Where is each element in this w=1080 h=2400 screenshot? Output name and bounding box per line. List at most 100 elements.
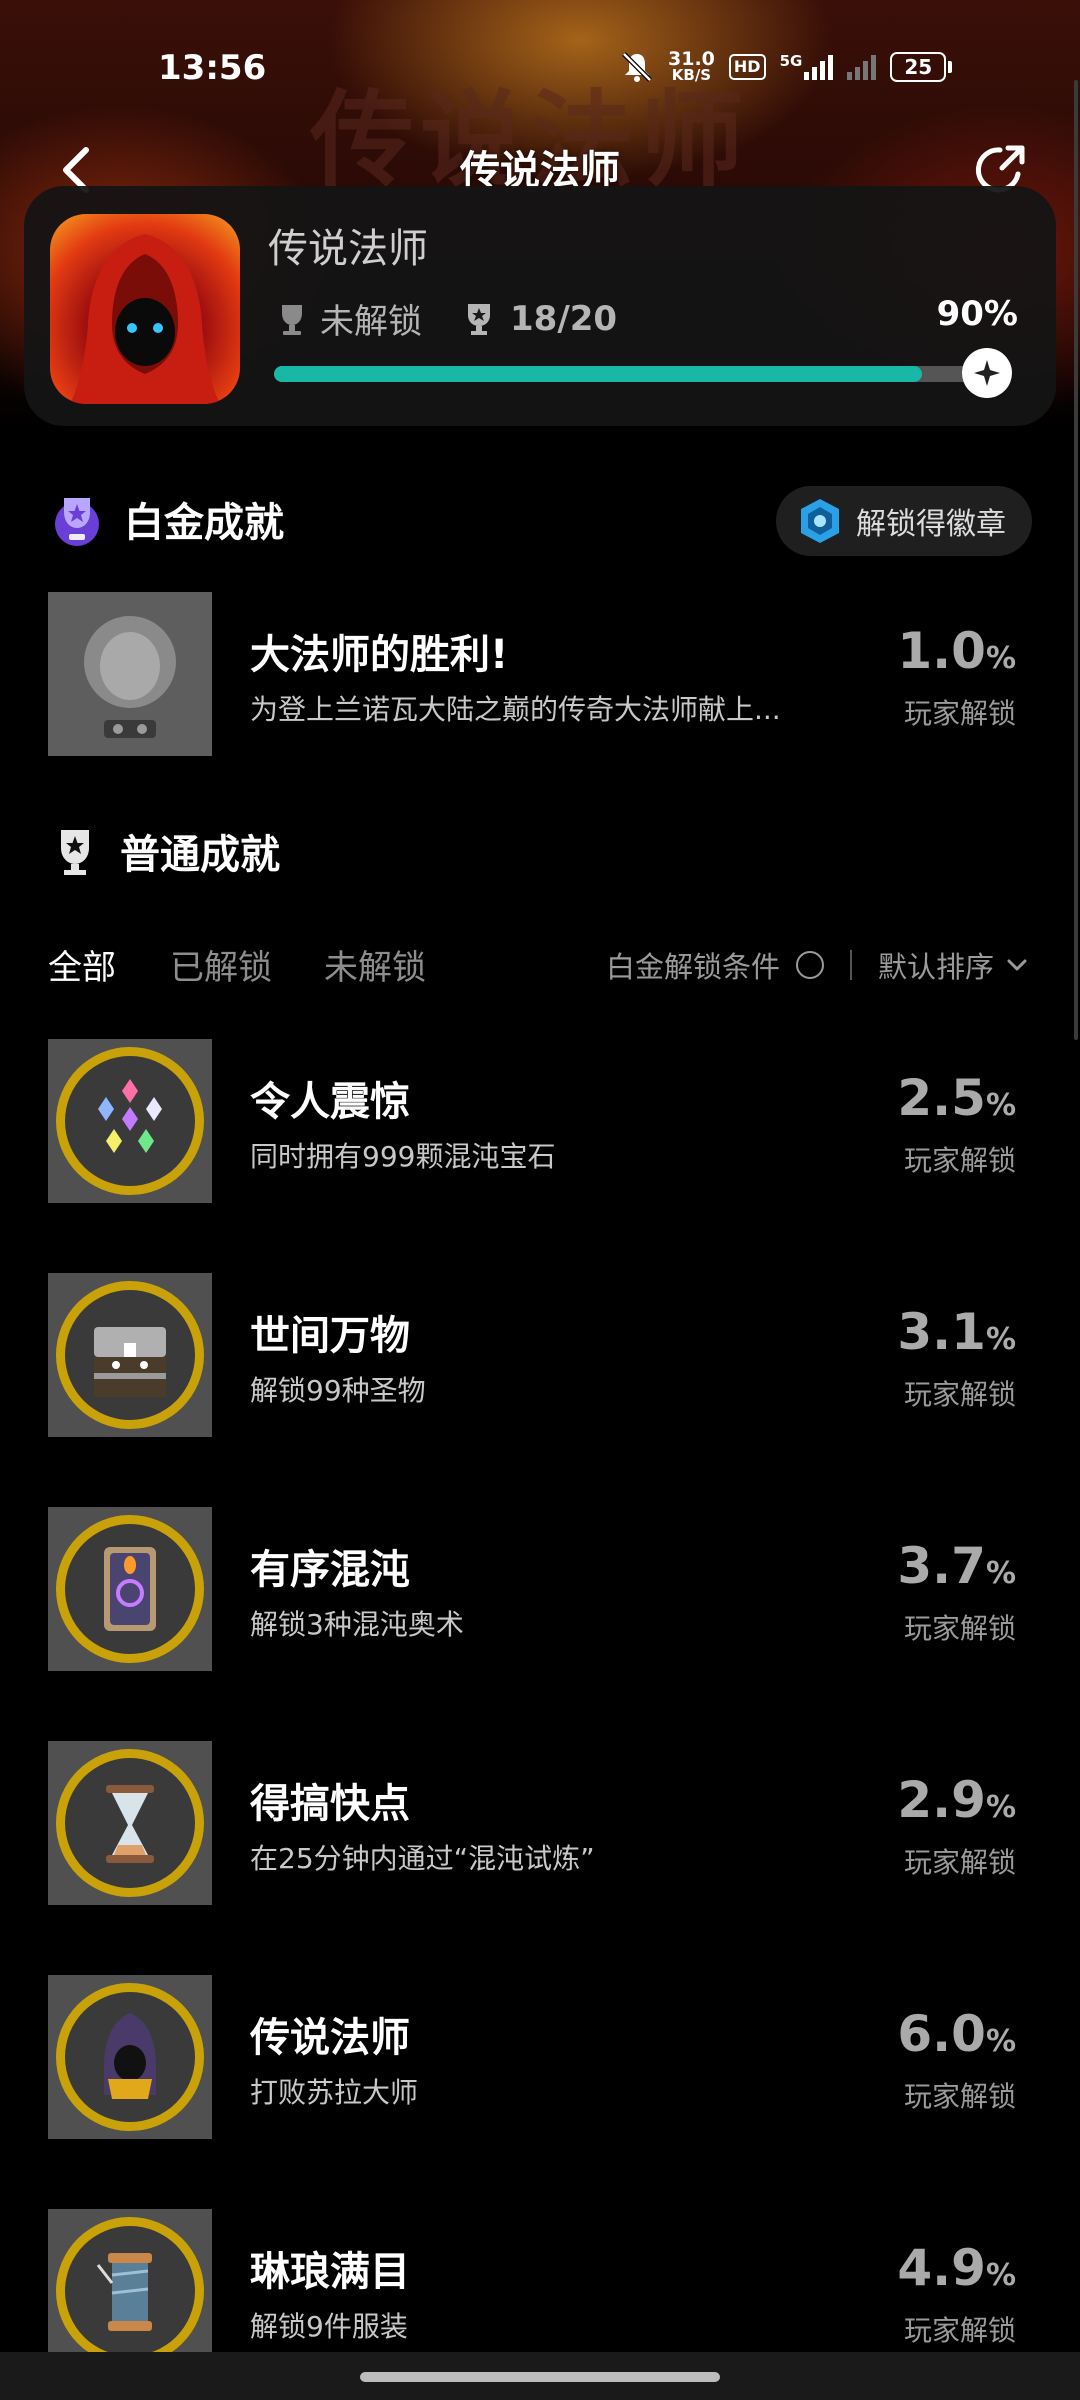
achievement-title: 得搞快点 <box>250 1781 410 1827</box>
achievement-percent-unit: % <box>985 641 1016 676</box>
platinum-section-title: 白金成就 <box>124 500 284 546</box>
achievement-percent-label: 玩家解锁 <box>903 1144 1016 1177</box>
platinum-cup-icon <box>55 498 99 546</box>
status-icons: 31.0 KB/S HD 5G 25 <box>620 48 953 84</box>
achievement-percent-unit: % <box>985 1088 1016 1123</box>
achievement-desc: 为登上兰诺瓦大陆之巅的传奇大法师献上... <box>250 693 781 726</box>
hourglass-icon <box>48 1741 212 1905</box>
achievement-desc: 打败苏拉大师 <box>250 2076 419 2109</box>
platinum-status: 未解锁 <box>320 302 422 342</box>
net-speed-unit: KB/S <box>671 66 712 84</box>
gems-icon <box>48 1039 212 1203</box>
achievement-percent-label: 玩家解锁 <box>903 1846 1016 1879</box>
achievement-percent-value: 2.9 <box>897 1771 986 1829</box>
game-name: 传说法师 <box>268 226 428 272</box>
achievement-percent-label: 玩家解锁 <box>903 2080 1016 2113</box>
thread-spool-icon <box>48 2209 212 2373</box>
normal-section-header: 普通成就 <box>48 822 280 880</box>
achievement-percent-label: 玩家解锁 <box>903 1378 1016 1411</box>
achievement-percent: 4.9% <box>897 2239 1016 2297</box>
net-speed: 31.0 KB/S <box>668 48 715 84</box>
chevron-down-icon[interactable] <box>1002 950 1032 980</box>
trophy-icon <box>468 303 490 335</box>
achievement-title: 琳琅满目 <box>250 2249 410 2295</box>
home-indicator[interactable] <box>360 2372 720 2382</box>
battery-level: 25 <box>890 52 947 82</box>
normal-section-title: 普通成就 <box>120 832 280 878</box>
achievement-desc: 同时拥有999颗混沌宝石 <box>250 1140 556 1173</box>
achievement-title: 令人震惊 <box>250 1079 410 1125</box>
achievement-title: 传说法师 <box>250 2015 410 2061</box>
status-bar: 13:56 31.0 KB/S HD 5G 25 <box>0 40 1080 96</box>
achievement-percent-unit: % <box>985 1556 1016 1591</box>
achievement-percent: 2.5% <box>897 1069 1016 1127</box>
achievement-title: 有序混沌 <box>250 1547 410 1593</box>
completion-percent: 90% <box>936 294 1018 334</box>
game-summary-card: 传说法师 未解锁 18/20 90% <box>24 186 1056 426</box>
achievement-percent-unit: % <box>985 2258 1016 2293</box>
unlock-badge-label: 解锁得徽章 <box>856 507 1006 542</box>
signal-bars-icon <box>804 54 834 80</box>
wizard-icon <box>48 1975 212 2139</box>
platinum-condition-label: 白金解锁条件 <box>605 950 780 984</box>
achievement-row[interactable]: 世间万物解锁99种圣物 3.1% 玩家解锁 <box>48 1273 1032 1439</box>
achievement-percent: 6.0% <box>897 2005 1016 2063</box>
achievement-row[interactable]: 传说法师打败苏拉大师 6.0% 玩家解锁 <box>48 1975 1032 2141</box>
achievement-row[interactable]: 琳琅满目 解锁9件服装 4.9% 玩家解锁 <box>48 2209 1032 2375</box>
achievement-percent-unit: % <box>985 1322 1016 1357</box>
signal-5g: 5G <box>780 54 834 80</box>
achievement-percent: 3.1% <box>897 1303 1016 1361</box>
progress-sparkle-icon <box>962 348 1012 398</box>
achievement-desc: 解锁9件服装 <box>250 2310 408 2343</box>
achievement-row[interactable]: 得搞快点在25分钟内通过“混沌试炼” 2.9% 玩家解锁 <box>48 1741 1032 1907</box>
achievement-percent-unit: % <box>985 1790 1016 1825</box>
platinum-condition-radio[interactable] <box>795 951 824 979</box>
game-meta: 未解锁 18/20 <box>272 294 617 343</box>
battery-icon: 25 <box>890 52 953 82</box>
platinum-achievement-icon <box>48 592 212 756</box>
mute-bell-icon <box>622 52 652 82</box>
tab-all[interactable]: 全部 <box>48 940 116 989</box>
game-icon[interactable] <box>50 214 240 404</box>
sort-label[interactable]: 默认排序 <box>878 944 994 986</box>
achievement-percent-value: 2.5 <box>897 1069 986 1127</box>
scrollbar[interactable] <box>1074 80 1078 1040</box>
achievement-title: 大法师的胜利! <box>250 632 509 678</box>
achievement-title: 世间万物 <box>250 1313 410 1359</box>
achievement-percent: 2.9% <box>897 1771 1016 1829</box>
hd-badge: HD <box>728 54 766 80</box>
bottom-navigation-bar <box>0 2352 1080 2400</box>
trophy-star-icon <box>61 830 89 875</box>
platinum-section-header: 白金成就 <box>48 490 284 548</box>
completion-progress-bar <box>274 366 994 382</box>
tab-locked[interactable]: 未解锁 <box>324 940 426 989</box>
achievement-percent-value: 6.0 <box>897 2005 986 2063</box>
network-type-label: 5G <box>779 52 803 70</box>
completion-progress-fill <box>274 366 922 382</box>
achievement-percent-value: 3.7 <box>897 1537 986 1595</box>
filter-options: 白金解锁条件 默认排序 <box>606 944 1032 986</box>
tab-unlocked[interactable]: 已解锁 <box>170 940 272 989</box>
achievement-row[interactable]: 令人震惊同时拥有999颗混沌宝石 2.5% 玩家解锁 <box>48 1039 1032 1205</box>
achievement-row[interactable]: 有序混沌 解锁3种混沌奥术 3.7% 玩家解锁 <box>48 1507 1032 1673</box>
net-speed-value: 31.0 <box>668 48 715 70</box>
filter-divider <box>849 950 852 980</box>
chest-icon <box>48 1273 212 1437</box>
platinum-achievement-row[interactable]: 大法师的胜利! 为登上兰诺瓦大陆之巅的传奇大法师献上... 1.0% 玩家解锁 <box>48 592 1032 758</box>
achievement-percent-value: 4.9 <box>897 2239 986 2297</box>
achievement-percent-value: 1.0 <box>897 622 986 680</box>
platinum-trophy-icon <box>282 304 302 335</box>
achievement-desc: 解锁3种混沌奥术 <box>250 1608 464 1641</box>
achievement-percent: 1.0% <box>897 622 1016 680</box>
achievement-percent: 3.7% <box>897 1537 1016 1595</box>
status-time: 13:56 <box>158 48 267 88</box>
achievement-percent-label: 玩家解锁 <box>903 697 1016 730</box>
filter-bar: 全部 已解锁 未解锁 白金解锁条件 默认排序 <box>48 940 1032 990</box>
signal-bars-secondary-icon <box>847 54 877 80</box>
achievement-desc: 在25分钟内通过“混沌试炼” <box>250 1842 595 1875</box>
achievement-progress-text: 18/20 <box>510 298 618 339</box>
achievement-percent-value: 3.1 <box>897 1303 986 1361</box>
achievement-desc: 解锁99种圣物 <box>250 1374 426 1407</box>
unlock-badge-button[interactable]: 解锁得徽章 <box>776 486 1032 556</box>
arcana-card-icon <box>48 1507 212 1671</box>
